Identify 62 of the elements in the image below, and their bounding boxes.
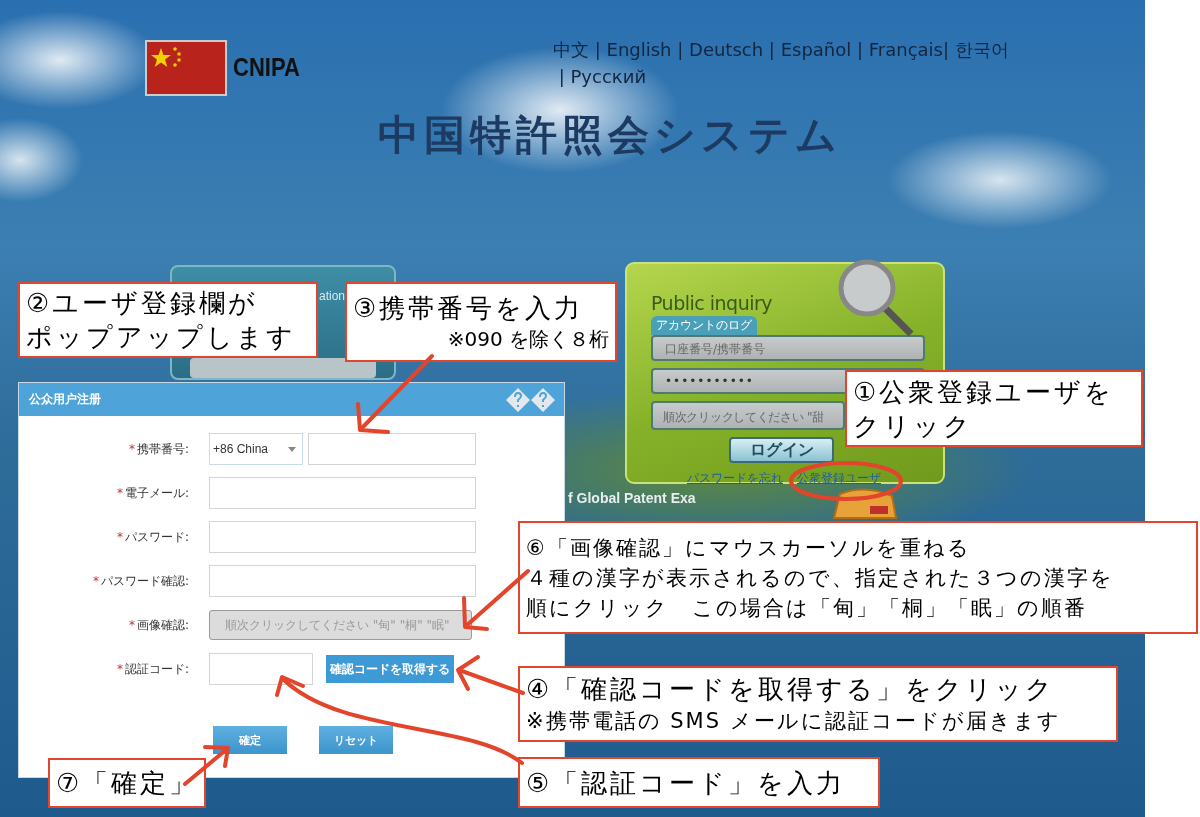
required-mark: * bbox=[116, 661, 123, 676]
language-link[interactable]: 한국어 bbox=[954, 39, 1009, 60]
site-title: 中国特許照会システム bbox=[378, 110, 842, 161]
account-field[interactable]: 口座番号/携帯番号 bbox=[651, 335, 925, 361]
get-code-button[interactable]: 確認コードを取得する bbox=[326, 655, 454, 683]
callout-text: ポップアップします bbox=[26, 321, 296, 354]
callout-text: ⑦「確定」 bbox=[56, 767, 199, 800]
callout-text: ※携帯電話の SMS メールに認証コードが届きます bbox=[526, 708, 1061, 735]
separator: | bbox=[856, 39, 865, 60]
language-link[interactable]: Français bbox=[868, 39, 943, 60]
language-link[interactable]: Русский bbox=[570, 66, 647, 87]
separator: | bbox=[557, 66, 566, 87]
form-button[interactable]: リセット bbox=[319, 726, 393, 754]
forgot-password-link[interactable]: パスワードを忘れ bbox=[687, 470, 783, 487]
field-label: 携帯番号: bbox=[136, 441, 189, 456]
input-field[interactable] bbox=[209, 565, 476, 597]
dialog-title: 公众用户注册 bbox=[29, 391, 101, 408]
separator: | bbox=[593, 39, 602, 60]
field-label: パスワード: bbox=[124, 529, 189, 544]
language-link[interactable]: English bbox=[606, 39, 672, 60]
callout-text: ④「確認コードを取得する」をクリック bbox=[526, 673, 1056, 706]
field-label: 画像確認: bbox=[136, 617, 189, 632]
panel-title: ation bbox=[319, 289, 347, 304]
panel-title: Public inquiry bbox=[651, 292, 774, 314]
help-icon[interactable] bbox=[506, 387, 556, 412]
language-link[interactable]: Deutsch bbox=[689, 39, 764, 60]
callout-text: ４種の漢字が表示されるので、指定された３つの漢字を bbox=[526, 564, 1114, 592]
phone-field[interactable] bbox=[308, 433, 476, 465]
required-mark: * bbox=[92, 573, 99, 588]
callout-text: ※090 を除く８桁 bbox=[447, 326, 609, 353]
required-mark: * bbox=[116, 529, 123, 544]
callout-text: ⑤「認証コード」を入力 bbox=[526, 766, 846, 800]
country-select[interactable]: +86 China bbox=[209, 433, 303, 465]
register-link[interactable]: 公衆登録ユーザ bbox=[797, 470, 881, 487]
field-label: パスワード確認: bbox=[100, 573, 189, 588]
language-link[interactable]: Español bbox=[780, 39, 852, 60]
code-field[interactable] bbox=[209, 653, 313, 685]
callout-text: クリック bbox=[853, 409, 973, 443]
field-label: 電子メール: bbox=[124, 485, 189, 500]
login-tab[interactable]: アカウントのログ bbox=[651, 316, 757, 335]
language-link[interactable]: 中文 bbox=[553, 39, 589, 60]
caret-icon bbox=[288, 446, 296, 452]
form-button[interactable]: 確定 bbox=[213, 726, 287, 754]
flag-icon bbox=[145, 40, 227, 96]
input-field[interactable] bbox=[209, 521, 476, 553]
input-field[interactable] bbox=[190, 358, 376, 378]
separator: | bbox=[676, 39, 685, 60]
logo-text: CNIPA bbox=[233, 53, 300, 83]
callout-text: ②ユーザ登録欄が bbox=[26, 287, 259, 320]
callout-text: 順にクリック この場合は「甸」「桐」「眠」の順番 bbox=[526, 594, 1087, 622]
required-mark: * bbox=[116, 485, 123, 500]
required-mark: * bbox=[128, 441, 135, 456]
captcha-field[interactable]: 順次クリックしてください "甜 bbox=[651, 401, 845, 430]
login-button[interactable]: ログイン bbox=[729, 437, 834, 463]
input-field[interactable] bbox=[209, 477, 476, 509]
required-mark: * bbox=[128, 617, 135, 632]
callout-text: ③携帯番号を入力 bbox=[353, 292, 584, 325]
separator: | bbox=[943, 39, 951, 60]
field-label: 認証コード: bbox=[124, 661, 189, 676]
separator: | bbox=[767, 39, 776, 60]
callout-text: ⑥「画像確認」にマウスカーソルを重ねる bbox=[526, 534, 971, 562]
banner-text: f Global Patent Exa bbox=[568, 490, 696, 506]
